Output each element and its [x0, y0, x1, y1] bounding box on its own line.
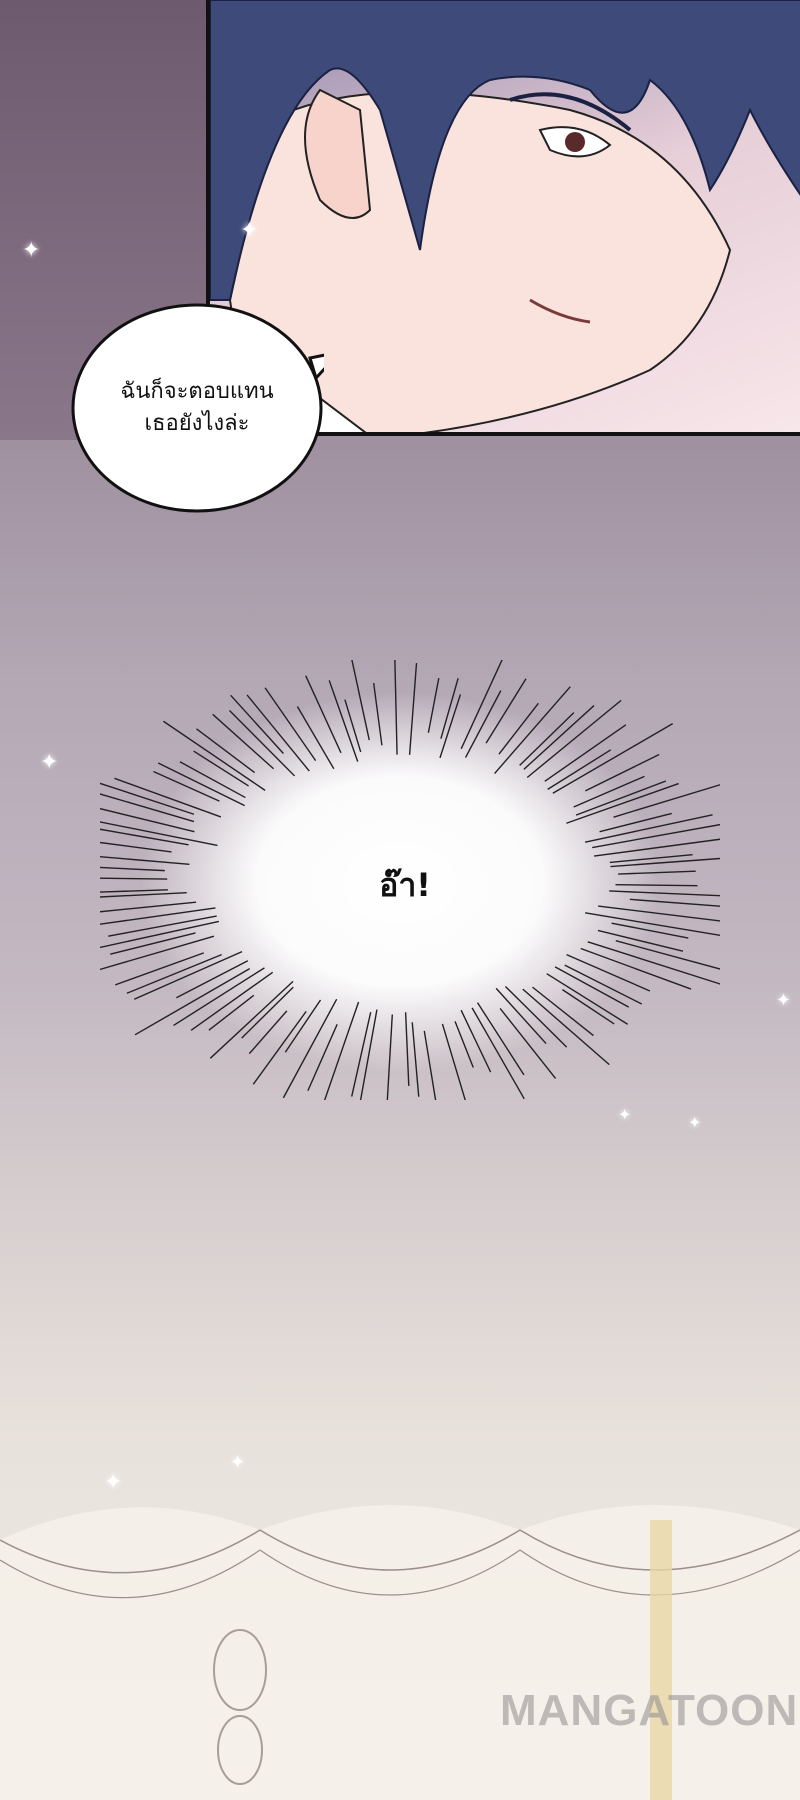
sparkle-icon: ✦	[40, 750, 59, 775]
sparkle-icon: ✦	[618, 1105, 632, 1124]
sparkle-icon: ✦	[776, 990, 792, 1011]
speech-bubble: ฉันก็จะตอบแทน เธอยังไงล่ะ	[70, 302, 324, 514]
watermark-text: MANGATOON	[500, 1686, 799, 1735]
sparkle-icon: ✦	[22, 238, 41, 263]
speech-line-2: เธอยังไงล่ะ	[144, 411, 250, 436]
sparkle-icon: ✦	[688, 1113, 702, 1132]
sparkle-icon: ✦	[104, 1470, 123, 1495]
comic-page: ฉันก็จะตอบแทน เธอยังไงล่ะ อ๊า! ✦ ✦ ✦ ✦ ✦…	[0, 0, 800, 1800]
pupil	[565, 132, 585, 152]
sparkle-icon: ✦	[240, 218, 259, 243]
curtain-illustration	[0, 1505, 800, 1800]
sparkle-icon: ✦	[230, 1452, 246, 1473]
speech-line-1: ฉันก็จะตอบแทน	[120, 379, 274, 404]
exclamation-text: อ๊า!	[379, 866, 431, 904]
